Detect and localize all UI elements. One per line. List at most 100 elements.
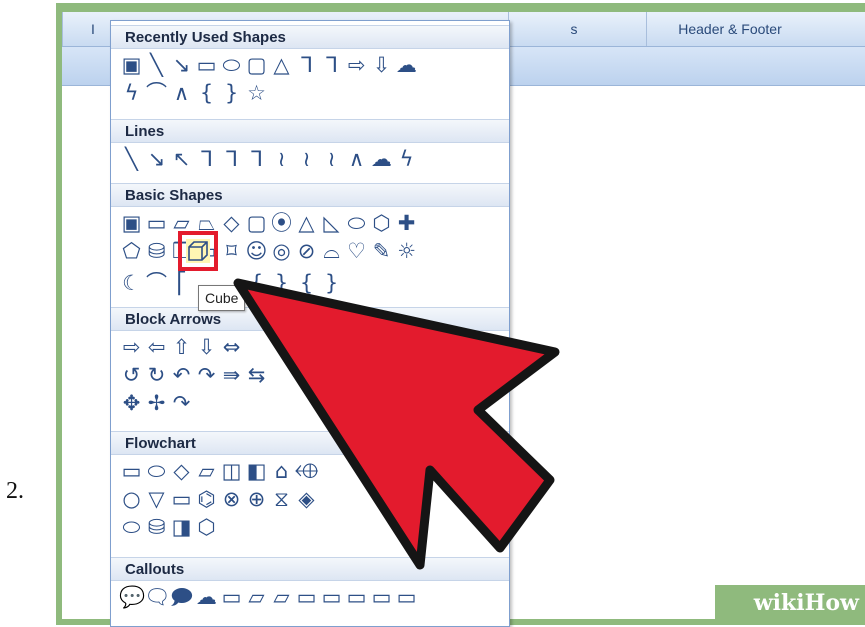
shape-icon[interactable]: ϟ	[119, 79, 144, 107]
shape-icon[interactable]: ↷	[194, 361, 219, 389]
shape-icon[interactable]: ✎	[369, 237, 394, 265]
shape-icon[interactable]: ▭	[219, 583, 244, 611]
shape-icon[interactable]: ▭	[319, 583, 344, 611]
shape-icon[interactable]: ↶	[169, 361, 194, 389]
shape-icon[interactable]: ◈	[294, 485, 319, 513]
shape-icon[interactable]: ▽	[369, 485, 394, 513]
shape-icon[interactable]: ⇛	[219, 361, 244, 389]
shape-icon[interactable]: ☼	[394, 237, 419, 265]
ribbon-group-links[interactable]: s	[508, 12, 639, 46]
shape-icon[interactable]: ╲	[144, 51, 169, 79]
shape-icon[interactable]: ᒣ	[244, 145, 269, 173]
shape-icon[interactable]: ☁	[194, 583, 219, 611]
shape-icon[interactable]: ↘	[144, 145, 169, 173]
shape-icon[interactable]: ∧	[169, 79, 194, 107]
shape-icon[interactable]: {	[294, 269, 319, 297]
shape-row[interactable]: ▭ ⬭ ◇ ▱ ◫ ◧ ⌂ ⬲ ⬭ ⬯	[119, 457, 507, 485]
shape-icon[interactable]: ⇦	[144, 333, 169, 361]
shape-icon[interactable]: △	[269, 51, 294, 79]
shape-icon[interactable]: ▱	[194, 457, 219, 485]
shape-icon[interactable]: ⇔	[219, 333, 244, 361]
shape-icon[interactable]: }	[269, 269, 294, 297]
shape-icon[interactable]: ☁	[369, 145, 394, 173]
shape-row[interactable]: ○ ▽ ▭ ⌬ ⊗ ⊕ ⧖ ◈ ▽ ◖	[119, 485, 507, 513]
shape-icon[interactable]: ↻	[144, 361, 169, 389]
shape-row[interactable]: ╲ ↘ ↖ ᒣ ᒣ ᒣ ≀ ≀ ≀ ∧ ☁ ϟ	[119, 145, 507, 173]
shape-icon[interactable]: ⬭	[144, 457, 169, 485]
shape-row[interactable]: ⇨ ⇦ ⇧ ⇩ ⇔	[119, 333, 507, 361]
shape-icon[interactable]: 🗨	[144, 583, 171, 611]
shape-row[interactable]: ϟ ⌒ ∧{} ☆	[119, 79, 507, 107]
shape-icon[interactable]: ⬭	[344, 209, 369, 237]
shape-icon[interactable]: ⧖	[269, 485, 294, 513]
shape-icon[interactable]: ⬭	[369, 457, 394, 485]
shape-icon[interactable]: ᒣ	[194, 145, 219, 173]
shape-icon[interactable]: ✚	[394, 209, 419, 237]
shape-icon[interactable]: ⬠	[119, 237, 144, 265]
shape-icon[interactable]: ᒣ	[319, 51, 344, 79]
shape-row[interactable]: ☾ ⌒ ⎡{}{}	[119, 269, 507, 297]
shape-icon[interactable]: ◺	[319, 209, 344, 237]
shape-icon[interactable]: ▢	[244, 209, 269, 237]
shape-icon[interactable]: {	[194, 79, 219, 107]
shape-icon[interactable]: ↖	[169, 145, 194, 173]
shape-icon[interactable]: ⌓	[319, 237, 344, 265]
shape-icon[interactable]: ☾	[119, 269, 144, 297]
shape-icon[interactable]: ⌒	[144, 269, 169, 297]
shape-icon[interactable]: ≀	[269, 145, 294, 173]
shape-icon[interactable]: ⬯	[394, 457, 419, 485]
shape-icon[interactable]: ⌂	[269, 457, 294, 485]
shape-icon[interactable]: ♡	[344, 237, 369, 265]
shape-row[interactable]: 💬🗨🗩 ☁ ▭ ▱ ▱ ▭ ▭ ▭ ▭ ▭	[119, 583, 507, 611]
shape-icon[interactable]: ▣	[119, 209, 144, 237]
shape-icon[interactable]: ◨	[169, 513, 194, 541]
shape-icon[interactable]: ⇧	[169, 333, 194, 361]
shape-icon[interactable]: ▱	[269, 583, 294, 611]
shape-icon[interactable]: ∧	[344, 145, 369, 173]
shape-icon[interactable]: ✢	[144, 389, 169, 417]
shape-row[interactable]: ⬭ ⛁ ◨ ⬡	[119, 513, 507, 541]
shape-icon[interactable]: ⬡	[194, 513, 219, 541]
shape-icon[interactable]: 🗩	[169, 583, 194, 611]
shape-icon[interactable]: ⬲	[294, 457, 319, 485]
shape-icon[interactable]: ᒣ	[219, 145, 244, 173]
shape-icon[interactable]: ϟ	[394, 145, 419, 173]
shape-icon[interactable]: ≀	[294, 145, 319, 173]
shape-icon[interactable]: ▭	[194, 51, 219, 79]
shape-icon[interactable]: ╲	[119, 145, 144, 173]
shape-icon[interactable]: ▭	[394, 583, 419, 611]
shape-icon[interactable]: △	[294, 209, 319, 237]
shape-icon[interactable]: ⌑	[219, 237, 244, 265]
shape-icon[interactable]: }	[219, 79, 244, 107]
shape-row[interactable]: ✥ ✢ ↷	[119, 389, 507, 417]
shape-icon[interactable]: ◇	[219, 209, 244, 237]
shape-icon[interactable]: ⎡	[169, 269, 194, 297]
shape-row[interactable]: ↺ ↻ ↶ ↷ ⇛ ⇆	[119, 361, 507, 389]
shape-icon[interactable]: }	[319, 269, 344, 297]
shape-icon[interactable]: ▭	[294, 583, 319, 611]
shape-icon[interactable]: ⊕	[244, 485, 269, 513]
shape-icon[interactable]: ▣	[119, 51, 144, 79]
shape-icon[interactable]: ◧	[244, 457, 269, 485]
shape-icon[interactable]: ≀	[319, 145, 344, 173]
shape-icon[interactable]: ☁	[394, 51, 419, 79]
shape-icon[interactable]: ⇩	[194, 333, 219, 361]
shape-icon[interactable]: ↘	[169, 51, 194, 79]
shape-icon[interactable]: ⬭	[219, 51, 244, 79]
shape-icon[interactable]: ▭	[344, 583, 369, 611]
shape-icon[interactable]: ⊗	[219, 485, 244, 513]
shape-icon[interactable]: ⇩	[369, 51, 394, 79]
shape-icon[interactable]: {	[244, 269, 269, 297]
shape-icon[interactable]: ⦿	[269, 209, 294, 237]
shape-icon[interactable]: ⇨	[119, 333, 144, 361]
shape-icon[interactable]: ↷	[169, 389, 194, 417]
shape-icon[interactable]: ⛁	[144, 237, 169, 265]
shape-icon[interactable]: ⬭	[119, 513, 144, 541]
shape-icon[interactable]: ᒣ	[294, 51, 319, 79]
shape-icon[interactable]: ◫	[219, 457, 244, 485]
cube-shape-button[interactable]	[178, 231, 218, 271]
shape-icon[interactable]: ▽	[144, 485, 169, 513]
shape-icon[interactable]: ⇆	[244, 361, 269, 389]
shape-icon[interactable]: ☺	[244, 237, 269, 265]
shape-icon[interactable]: ↺	[119, 361, 144, 389]
